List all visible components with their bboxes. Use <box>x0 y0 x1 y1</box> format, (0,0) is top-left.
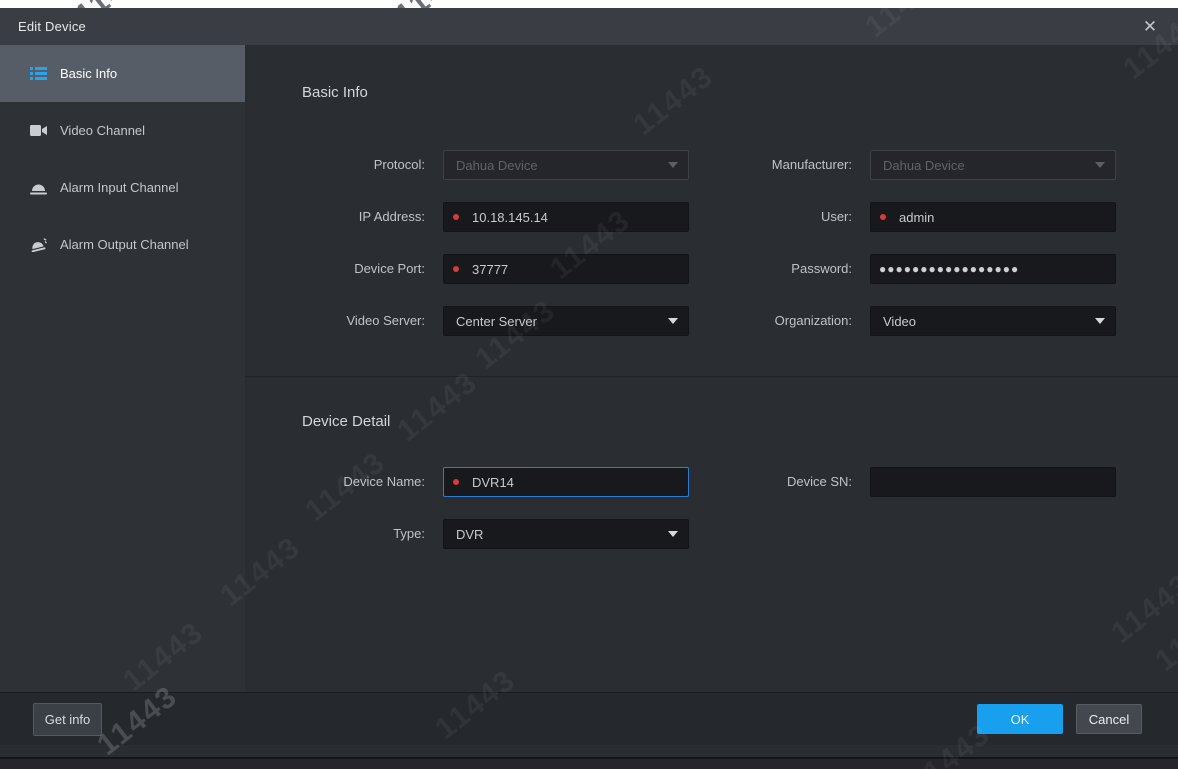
video-server-select[interactable]: Center Server <box>443 306 689 336</box>
chevron-down-icon <box>1095 318 1105 324</box>
watermark: 11443 <box>389 0 482 8</box>
dialog-title: Edit Device <box>0 19 86 34</box>
user-label: User: <box>689 202 870 232</box>
sidebar-item-basic-info[interactable]: Basic Info <box>0 45 245 102</box>
user-field[interactable] <box>870 202 1116 232</box>
device-detail-section-title: Device Detail <box>302 412 1178 432</box>
sidebar-item-alarm-output-channel[interactable]: Alarm Output Channel <box>0 216 245 273</box>
dialog-titlebar: Edit Device ✕ <box>0 8 1178 45</box>
video-camera-icon <box>30 123 47 138</box>
ip-address-field[interactable] <box>443 202 689 232</box>
sidebar-item-label: Alarm Input Channel <box>60 180 179 195</box>
device-detail-form: Device Name: Device SN: Type: DVR <box>245 467 1178 549</box>
ok-button[interactable]: OK <box>977 704 1063 734</box>
password-label: Password: <box>689 254 870 284</box>
basic-info-section-title: Basic Info <box>302 83 1178 103</box>
required-dot-icon <box>880 214 886 220</box>
get-info-button[interactable]: Get info <box>33 703 102 736</box>
protocol-select: Dahua Device <box>443 150 689 180</box>
device-name-label: Device Name: <box>245 467 443 497</box>
section-divider <box>245 376 1178 377</box>
edit-device-dialog: Edit Device ✕ Basic Info <box>0 8 1178 757</box>
sidebar-item-alarm-input-channel[interactable]: Alarm Input Channel <box>0 159 245 216</box>
video-server-label: Video Server: <box>245 306 443 336</box>
chevron-down-icon <box>668 531 678 537</box>
sidebar-item-label: Basic Info <box>60 66 117 81</box>
organization-label: Organization: <box>689 306 870 336</box>
watermark: 11443 <box>69 0 162 8</box>
basic-info-form: Protocol: Dahua Device Manufacturer: Dah… <box>245 150 1178 336</box>
dialog-content: Basic Info Protocol: Dahua Device Manufa… <box>245 45 1178 704</box>
protocol-label: Protocol: <box>245 150 443 180</box>
sidebar-item-video-channel[interactable]: Video Channel <box>0 102 245 159</box>
bottom-band <box>0 757 1178 769</box>
manufacturer-select: Dahua Device <box>870 150 1116 180</box>
sidebar-item-label: Video Channel <box>60 123 145 138</box>
sidebar: Basic Info Video Channel <box>0 45 245 704</box>
alarm-bell-icon <box>30 180 47 195</box>
required-dot-icon <box>453 479 459 485</box>
required-dot-icon <box>453 266 459 272</box>
device-name-field[interactable] <box>443 467 689 497</box>
chevron-down-icon <box>1095 162 1105 168</box>
chevron-down-icon <box>668 162 678 168</box>
manufacturer-label: Manufacturer: <box>689 150 870 180</box>
list-icon <box>30 66 47 81</box>
required-dot-icon <box>453 214 459 220</box>
device-sn-field[interactable] <box>870 467 1116 497</box>
dialog-footer: Get info OK Cancel <box>0 692 1178 745</box>
password-field[interactable] <box>870 254 1116 284</box>
cancel-button[interactable]: Cancel <box>1076 704 1142 734</box>
edit-device-page: 11443 11443 Edit Device ✕ Basic Info <box>0 0 1178 769</box>
ip-address-label: IP Address: <box>245 202 443 232</box>
sidebar-item-label: Alarm Output Channel <box>60 237 189 252</box>
organization-select[interactable]: Video <box>870 306 1116 336</box>
device-sn-label: Device SN: <box>689 467 870 497</box>
close-icon[interactable]: ✕ <box>1132 12 1168 42</box>
page-background-strip: 11443 11443 <box>0 0 1178 8</box>
alarm-bell-ring-icon <box>30 237 47 252</box>
device-port-label: Device Port: <box>245 254 443 284</box>
type-label: Type: <box>245 519 443 549</box>
type-select[interactable]: DVR <box>443 519 689 549</box>
device-port-field[interactable] <box>443 254 689 284</box>
chevron-down-icon <box>668 318 678 324</box>
